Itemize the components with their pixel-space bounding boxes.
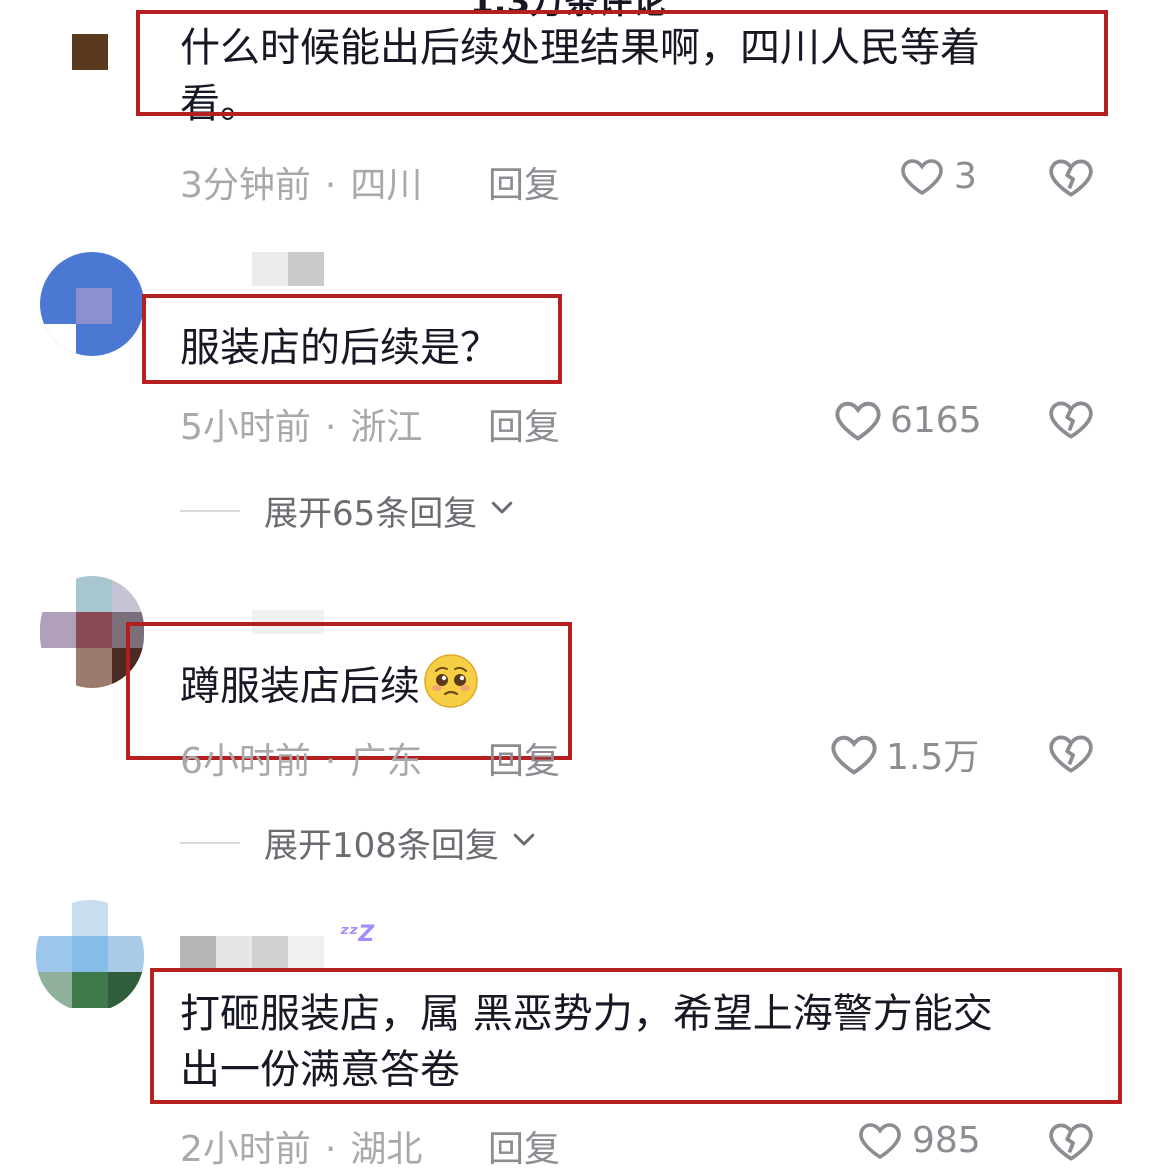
highlight-box	[142, 294, 562, 384]
sleeping-zzz-icon: ᶻᶻZ	[340, 922, 375, 947]
like-button[interactable]: 1.5万	[828, 728, 979, 780]
comment-time: 6小时前	[180, 741, 311, 782]
reply-button[interactable]: 回复	[488, 398, 560, 450]
comment-time: 2小时前	[180, 1129, 311, 1170]
broken-heart-icon	[1046, 728, 1096, 778]
reply-button[interactable]: 回复	[488, 156, 560, 208]
like-button[interactable]: 3	[898, 152, 977, 200]
reply-button[interactable]: 回复	[488, 1120, 560, 1172]
comment-region: 湖北	[350, 1129, 423, 1170]
heart-outline-icon	[832, 394, 884, 446]
expand-replies-button[interactable]: 展开65条回复	[180, 486, 517, 535]
chevron-down-icon	[487, 491, 517, 531]
dislike-button[interactable]	[1046, 1116, 1096, 1166]
comment-meta: 3分钟前 · 四川	[180, 156, 422, 208]
broken-heart-icon	[1046, 152, 1096, 202]
broken-heart-icon	[1046, 1116, 1096, 1166]
heart-outline-icon	[828, 728, 880, 780]
separator-dot: ·	[324, 1129, 337, 1170]
heart-outline-icon	[898, 152, 946, 200]
avatar[interactable]	[72, 34, 108, 70]
expand-replies-button[interactable]: 展开108条回复	[180, 818, 539, 867]
comment-region: 浙江	[350, 407, 423, 448]
like-count: 3	[954, 155, 977, 197]
highlight-box	[136, 10, 1108, 116]
like-button[interactable]: 985	[856, 1116, 981, 1164]
reply-button[interactable]: 回复	[488, 732, 560, 784]
like-count: 1.5万	[886, 737, 980, 778]
comment-meta: 6小时前 · 广东	[180, 732, 422, 784]
like-button[interactable]: 6165	[832, 394, 982, 446]
separator-dot: ·	[324, 165, 337, 206]
broken-heart-icon	[1046, 394, 1096, 444]
highlight-box	[150, 968, 1122, 1104]
comment-region: 广东	[350, 741, 423, 782]
username-blurred[interactable]	[180, 936, 340, 970]
comment-time: 5小时前	[180, 407, 311, 448]
comment-meta: 5小时前 · 浙江	[180, 398, 422, 450]
separator-dot: ·	[324, 407, 337, 448]
comment-region: 四川	[350, 165, 423, 206]
username-blurred[interactable]	[252, 252, 324, 286]
like-count: 6165	[890, 399, 982, 441]
comment-meta: 2小时前 · 湖北	[180, 1120, 422, 1172]
avatar[interactable]	[36, 900, 144, 1012]
expand-replies-label: 展开65条回复	[264, 494, 478, 534]
chevron-down-icon	[509, 823, 539, 863]
like-count: 985	[912, 1119, 981, 1161]
divider-line	[180, 509, 240, 512]
divider-line	[180, 841, 240, 844]
avatar[interactable]	[40, 252, 144, 356]
expand-replies-label: 展开108条回复	[264, 826, 499, 866]
dislike-button[interactable]	[1046, 728, 1096, 778]
comment-time: 3分钟前	[180, 165, 311, 206]
heart-outline-icon	[856, 1116, 904, 1164]
dislike-button[interactable]	[1046, 394, 1096, 444]
separator-dot: ·	[324, 741, 337, 782]
dislike-button[interactable]	[1046, 152, 1096, 202]
